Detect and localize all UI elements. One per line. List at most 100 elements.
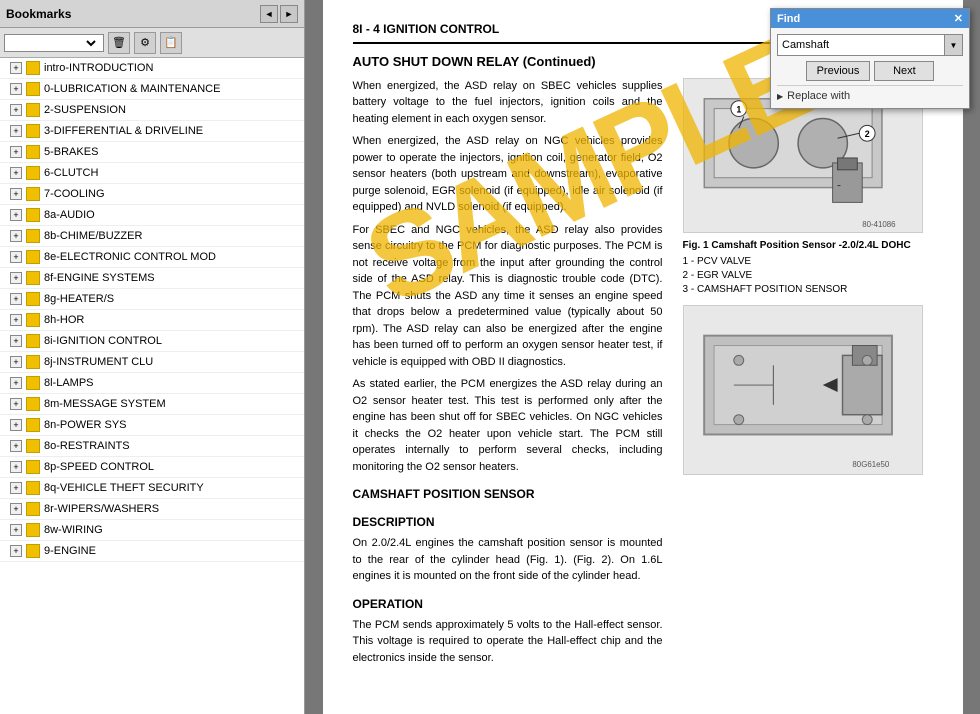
bookmark-item-8j[interactable]: +8j-INSTRUMENT CLU bbox=[0, 352, 304, 373]
expand-icon[interactable]: + bbox=[10, 146, 22, 158]
bookmark-item-3[interactable]: +3-DIFFERENTIAL & DRIVELINE bbox=[0, 121, 304, 142]
bookmark-label: 8i-IGNITION CONTROL bbox=[44, 335, 162, 347]
operation-text: The PCM sends approximately 5 volts to t… bbox=[353, 617, 663, 667]
bookmark-item-2[interactable]: +2-SUSPENSION bbox=[0, 100, 304, 121]
svg-text:2: 2 bbox=[864, 129, 869, 139]
expand-icon[interactable]: + bbox=[10, 167, 22, 179]
previous-button[interactable]: Previous bbox=[806, 61, 871, 81]
description-title: DESCRIPTION bbox=[353, 513, 663, 531]
bookmark-label: 5-BRAKES bbox=[44, 146, 98, 158]
bookmark-label: 3-DIFFERENTIAL & DRIVELINE bbox=[44, 125, 203, 137]
expand-icon[interactable]: + bbox=[10, 83, 22, 95]
expand-icon[interactable]: + bbox=[10, 482, 22, 494]
bookmark-folder-icon bbox=[26, 208, 40, 222]
bookmark-item-8e[interactable]: +8e-ELECTRONIC CONTROL MOD bbox=[0, 247, 304, 268]
expand-icon[interactable]: + bbox=[10, 251, 22, 263]
expand-icon[interactable]: + bbox=[10, 62, 22, 74]
replace-label: Replace with bbox=[787, 90, 850, 102]
sidebar-header-icons: ◄ ► bbox=[260, 5, 298, 23]
bookmark-item-8a[interactable]: +8a-AUDIO bbox=[0, 205, 304, 226]
bookmark-label: 8e-ELECTRONIC CONTROL MOD bbox=[44, 251, 216, 263]
bookmark-folder-icon bbox=[26, 145, 40, 159]
expand-icon[interactable]: + bbox=[10, 104, 22, 116]
bookmark-label: 8p-SPEED CONTROL bbox=[44, 461, 154, 473]
nav-left-icon[interactable]: ◄ bbox=[260, 5, 278, 23]
delete-icon[interactable]: 🗑 bbox=[108, 32, 130, 54]
bookmark-label: 8b-CHIME/BUZZER bbox=[44, 230, 142, 242]
bookmark-label: 0-LUBRICATION & MAINTENANCE bbox=[44, 83, 220, 95]
body-para-3: For SBEC and NGC vehicles, the ASD relay… bbox=[353, 222, 663, 371]
expand-icon[interactable]: + bbox=[10, 398, 22, 410]
expand-icon[interactable]: + bbox=[10, 272, 22, 284]
bookmark-item-8o[interactable]: +8o-RESTRAINTS bbox=[0, 436, 304, 457]
bookmark-label: 8j-INSTRUMENT CLU bbox=[44, 356, 153, 368]
expand-icon[interactable]: + bbox=[10, 293, 22, 305]
bookmark-item-6[interactable]: +6-CLUTCH bbox=[0, 163, 304, 184]
replace-row: ▶ Replace with bbox=[777, 85, 963, 102]
bookmark-item-8b[interactable]: +8b-CHIME/BUZZER bbox=[0, 226, 304, 247]
bookmark-item-8l[interactable]: +8l-LAMPS bbox=[0, 373, 304, 394]
bookmark-item-8p[interactable]: +8p-SPEED CONTROL bbox=[0, 457, 304, 478]
bookmark-item-5[interactable]: +5-BRAKES bbox=[0, 142, 304, 163]
bookmark-label: intro-INTRODUCTION bbox=[44, 62, 153, 74]
expand-icon[interactable]: + bbox=[10, 545, 22, 557]
expand-icon[interactable]: + bbox=[10, 335, 22, 347]
find-input[interactable] bbox=[777, 34, 945, 56]
options-icon[interactable]: 📋 bbox=[160, 32, 182, 54]
bookmark-item-8w[interactable]: +8w-WIRING bbox=[0, 520, 304, 541]
bookmark-folder-icon bbox=[26, 481, 40, 495]
bookmark-label: 8r-WIPERS/WASHERS bbox=[44, 503, 159, 515]
find-title: Find bbox=[777, 13, 800, 25]
bookmark-label: 8o-RESTRAINTS bbox=[44, 440, 130, 452]
next-button[interactable]: Next bbox=[874, 61, 934, 81]
bookmark-item-0[interactable]: +0-LUBRICATION & MAINTENANCE bbox=[0, 79, 304, 100]
bookmark-label: 8n-POWER SYS bbox=[44, 419, 127, 431]
find-buttons: Previous Next bbox=[777, 61, 963, 81]
expand-icon[interactable]: + bbox=[10, 314, 22, 326]
bookmark-item-8i[interactable]: +8i-IGNITION CONTROL bbox=[0, 331, 304, 352]
figure1-caption: Fig. 1 Camshaft Position Sensor -2.0/2.4… bbox=[683, 238, 943, 253]
expand-icon[interactable]: + bbox=[10, 524, 22, 536]
expand-icon[interactable]: + bbox=[10, 125, 22, 137]
sidebar-toolbar: 🗑 ⚙ 📋 bbox=[0, 28, 304, 58]
settings-icon[interactable]: ⚙ bbox=[134, 32, 156, 54]
bookmark-label: 7-COOLING bbox=[44, 188, 105, 200]
expand-icon[interactable]: + bbox=[10, 419, 22, 431]
bookmark-item-9[interactable]: +9-ENGINE bbox=[0, 541, 304, 562]
expand-icon[interactable]: + bbox=[10, 356, 22, 368]
find-close-btn[interactable]: ✕ bbox=[954, 12, 963, 25]
bookmark-item-8f[interactable]: +8f-ENGINE SYSTEMS bbox=[0, 268, 304, 289]
expand-icon[interactable]: + bbox=[10, 230, 22, 242]
bookmark-label: 8l-LAMPS bbox=[44, 377, 94, 389]
bookmark-folder-icon bbox=[26, 544, 40, 558]
nav-right-icon[interactable]: ► bbox=[280, 5, 298, 23]
bookmark-item-8g[interactable]: +8g-HEATER/S bbox=[0, 289, 304, 310]
expand-icon[interactable]: + bbox=[10, 503, 22, 515]
bookmark-item-intro[interactable]: + intro-INTRODUCTION bbox=[0, 58, 304, 79]
bookmark-item-8n[interactable]: +8n-POWER SYS bbox=[0, 415, 304, 436]
bookmark-item-8q[interactable]: +8q-VEHICLE THEFT SECURITY bbox=[0, 478, 304, 499]
body-para-2: When energized, the ASD relay on NGC veh… bbox=[353, 133, 663, 216]
expand-icon[interactable]: + bbox=[10, 377, 22, 389]
expand-icon[interactable]: + bbox=[10, 209, 22, 221]
bookmark-list: + intro-INTRODUCTION +0-LUBRICATION & MAIN… bbox=[0, 58, 304, 714]
bookmark-label: 8q-VEHICLE THEFT SECURITY bbox=[44, 482, 204, 494]
find-title-bar: Find ✕ bbox=[771, 9, 969, 28]
expand-icon[interactable]: + bbox=[10, 461, 22, 473]
bookmark-item-8m[interactable]: +8m-MESSAGE SYSTEM bbox=[0, 394, 304, 415]
bookmark-folder-icon bbox=[26, 418, 40, 432]
legend-item-2: 2 - EGR VALVE bbox=[683, 269, 943, 283]
sidebar-header: Bookmarks ◄ ► bbox=[0, 0, 304, 28]
bookmark-item-8h[interactable]: +8h-HOR bbox=[0, 310, 304, 331]
view-dropdown[interactable] bbox=[4, 34, 104, 52]
find-input-row: ▼ bbox=[777, 34, 963, 56]
expand-icon[interactable]: + bbox=[10, 188, 22, 200]
bookmark-item-7[interactable]: +7-COOLING bbox=[0, 184, 304, 205]
legend-item-3: 3 - CAMSHAFT POSITION SENSOR bbox=[683, 283, 943, 297]
operation-title: OPERATION bbox=[353, 595, 663, 613]
bookmark-folder-icon bbox=[26, 61, 40, 75]
camshaft-section-title: CAMSHAFT POSITION SENSOR bbox=[353, 485, 663, 503]
expand-icon[interactable]: + bbox=[10, 440, 22, 452]
find-dropdown-btn[interactable]: ▼ bbox=[945, 34, 963, 56]
bookmark-item-8r[interactable]: +8r-WIPERS/WASHERS bbox=[0, 499, 304, 520]
